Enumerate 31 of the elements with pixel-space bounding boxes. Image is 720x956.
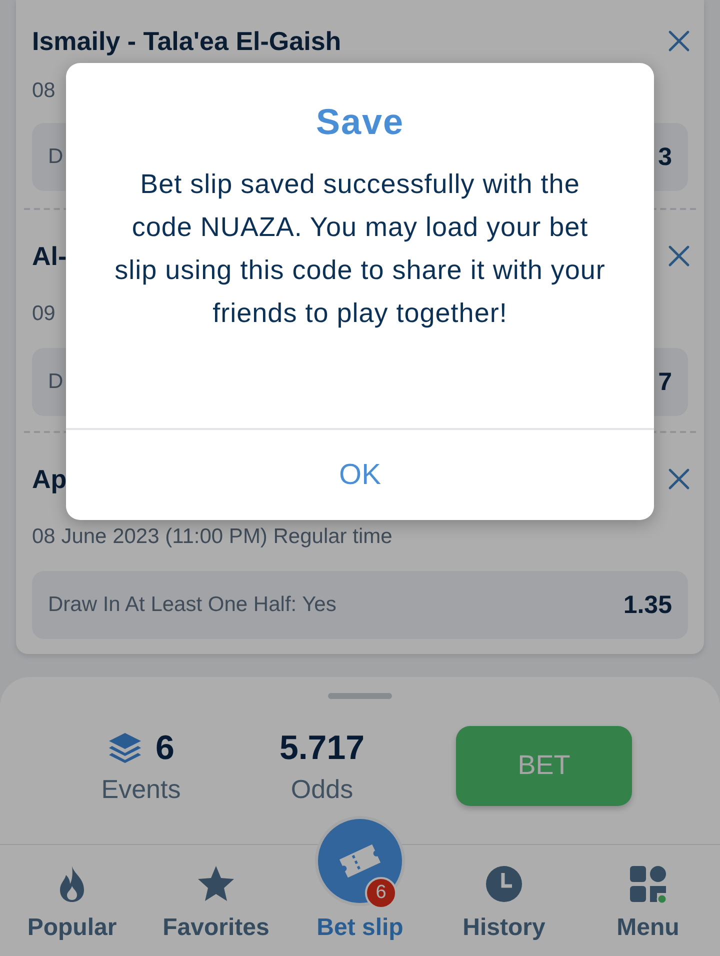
drag-handle[interactable] [328, 693, 392, 699]
match-title: Ismaily - Tala'ea El-Gaish [32, 26, 342, 56]
layers-icon [108, 732, 142, 764]
dialog-message: Bet slip saved successfully with the code NUAZA. You may load your bet slip using this code to share it with your friends to play together! [114, 168, 606, 330]
menu-icon [628, 864, 668, 904]
close-icon[interactable] [668, 245, 690, 267]
odds-label: Odds [290, 774, 354, 805]
market-name: Draw In At Least One Half: Yes [48, 593, 336, 617]
clock-icon [484, 864, 524, 904]
match-title: Al- [32, 240, 67, 272]
nav-item[interactable]: Popular [0, 845, 144, 956]
dialog-title: Save [314, 101, 406, 143]
events-count: 6 [156, 728, 174, 768]
star-icon [196, 864, 236, 904]
ok-button[interactable]: OK [66, 430, 654, 520]
nav-item[interactable]: Menu [576, 845, 720, 956]
match-title: Ap [32, 464, 67, 494]
match-date: 08 [32, 78, 56, 104]
events-label: Events [101, 774, 181, 805]
match-date: 08 June 2023 (11:00 PM) Regular time [32, 524, 392, 550]
odds-value: 1.35 [623, 590, 672, 620]
close-icon[interactable] [668, 468, 690, 490]
total-odds: 5.717 [279, 728, 365, 768]
odds-value: 3 [658, 142, 672, 172]
nav-item[interactable]: Favorites [144, 845, 288, 956]
odds-value: 7 [658, 368, 672, 396]
close-icon[interactable] [668, 30, 690, 52]
match-date: 09 [32, 301, 56, 327]
market-name: D [48, 370, 64, 394]
nav-item[interactable]: History [432, 845, 576, 956]
market-name: D [48, 145, 64, 169]
